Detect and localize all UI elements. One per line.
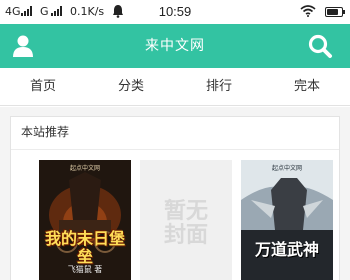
nav-category[interactable]: 分类 [101, 68, 161, 106]
cover-art-3 [241, 160, 333, 280]
book-1-publisher: 起点中文网 [69, 165, 100, 172]
book-3-title: 万道武神 [254, 240, 319, 259]
site-title: 来中文网 [145, 38, 205, 54]
book-cover-1[interactable]: 起点中文网 我的末日堡垒 飞猫鼠 著 [39, 160, 131, 280]
book-1-title: 我的末日堡垒 [45, 229, 126, 266]
nav-ranking[interactable]: 排行 [189, 68, 249, 106]
battery-level [327, 9, 338, 15]
user-button[interactable] [10, 34, 36, 58]
wifi-icon [300, 5, 316, 21]
search-button[interactable] [306, 32, 334, 60]
battery-icon [325, 7, 345, 17]
nav-home[interactable]: 首页 [13, 68, 73, 106]
search-icon [308, 34, 332, 58]
divider [11, 149, 339, 150]
recommend-title: 本站推荐 [21, 125, 70, 139]
book-1-author: 飞猫鼠 著 [67, 265, 103, 274]
book-cover-3[interactable]: 起点中文网 万道武神 [241, 160, 333, 280]
no-cover-line-1: 暂无 [163, 199, 208, 224]
main-content: 本站推荐 起点中文网 我的末日堡垒 飞猫鼠 著 暂无 封面 起点中文网 万道武神 [0, 107, 350, 280]
nav-completed[interactable]: 完本 [277, 68, 337, 106]
main-nav: 首页 分类 排行 完本 [0, 68, 350, 106]
recommend-panel: 本站推荐 起点中文网 我的末日堡垒 飞猫鼠 著 暂无 封面 起点中文网 万道武神 [10, 116, 340, 280]
status-bar: 4G G 0.1K/s 10:59 [0, 0, 350, 24]
book-cover-2[interactable]: 暂无 封面 [140, 160, 232, 280]
app-header: 来中文网 [0, 24, 350, 68]
no-cover-placeholder: 暂无 封面 [140, 200, 232, 248]
no-cover-line-2: 封面 [163, 223, 208, 248]
user-icon [13, 35, 33, 57]
clock: 10:59 [158, 4, 192, 19]
book-3-publisher: 起点中文网 [271, 165, 302, 172]
